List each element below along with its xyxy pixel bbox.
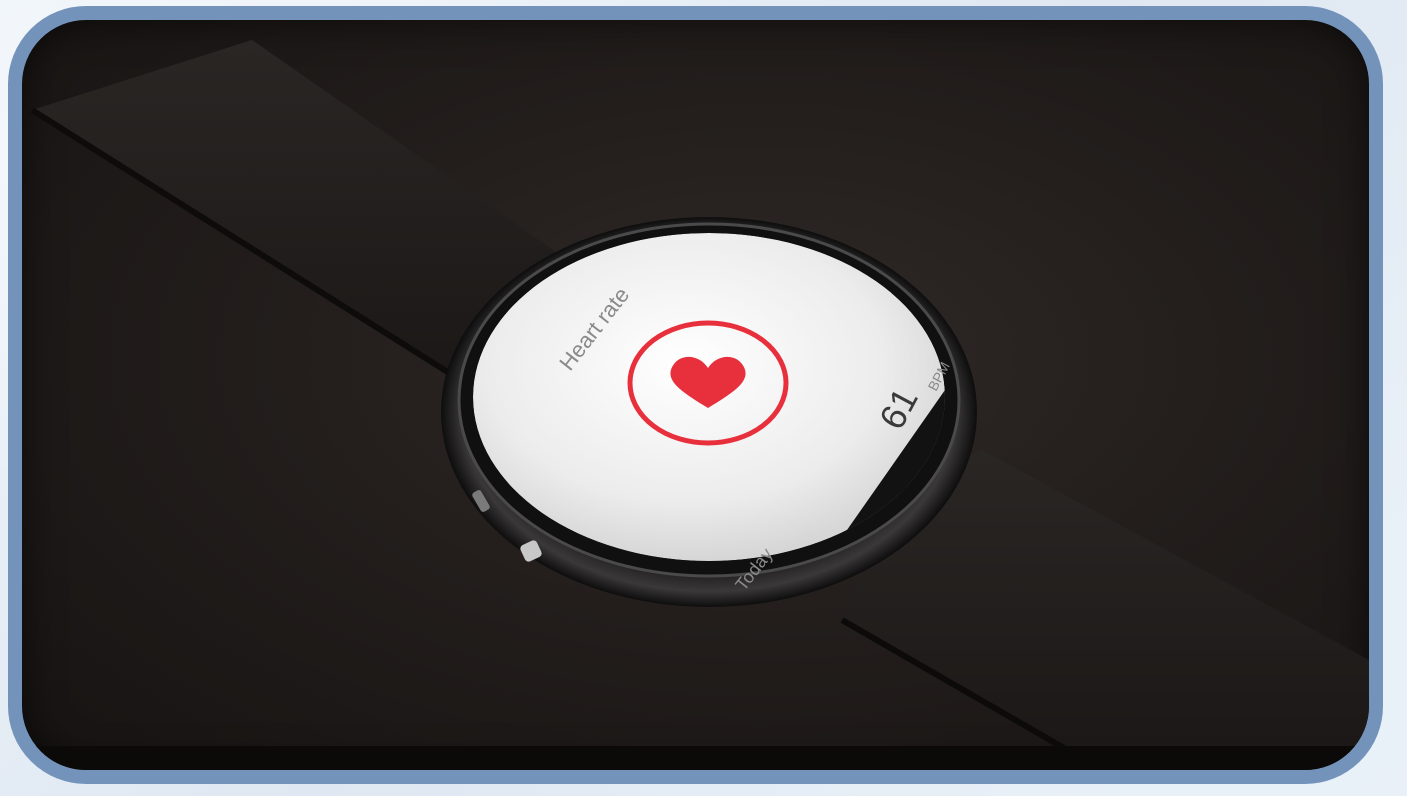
photo-scene: Heart rate 61 BPM Today <box>22 40 1369 770</box>
photo-frame: Heart rate 61 BPM Today <box>8 6 1383 784</box>
bottom-shadow-band <box>22 746 1369 770</box>
